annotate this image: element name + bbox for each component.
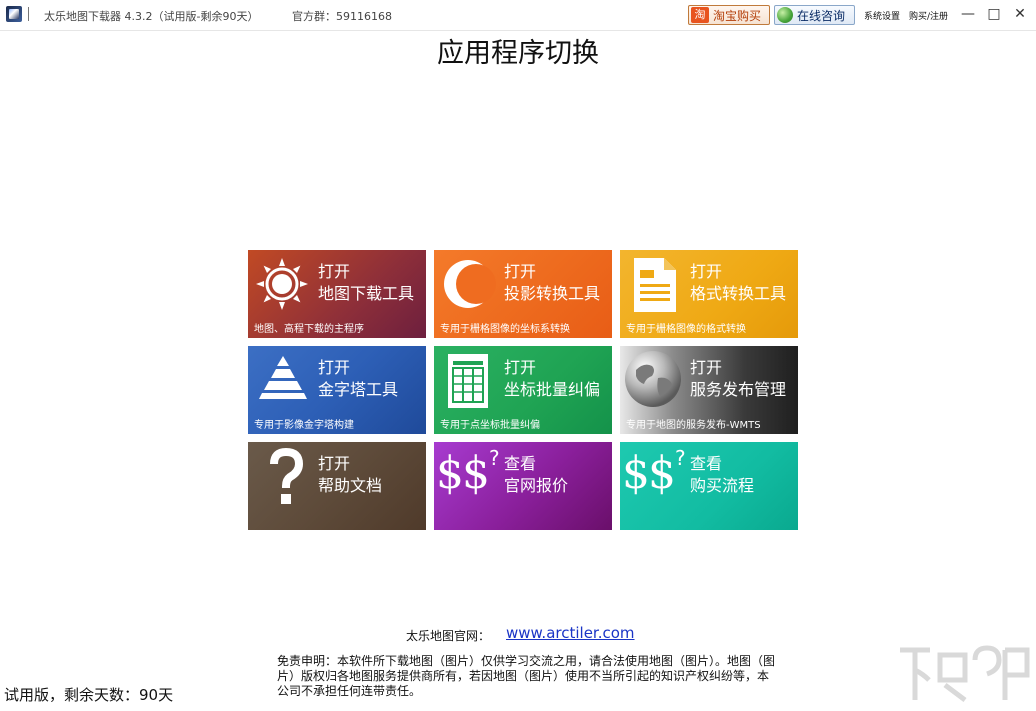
document-icon — [634, 258, 676, 312]
close-button[interactable]: ✕ — [1012, 6, 1028, 22]
tile-description: 专用于栅格图像的坐标系转换 — [440, 324, 570, 335]
tile-action-label: 打开 — [318, 262, 351, 281]
buy-register-link[interactable]: 购买/注册 — [909, 9, 948, 22]
question-icon — [270, 448, 304, 504]
tile-purchase-process[interactable]: $ $ ? 查看 购买流程 — [620, 442, 798, 530]
pyramid-icon — [259, 356, 307, 399]
tile-coordinate-batch-correct[interactable]: 打开 坐标批量纠偏 专用于点坐标批量纠偏 — [434, 346, 612, 434]
website-link[interactable]: www.arctiler.com — [506, 624, 635, 642]
watermark-logo-icon — [900, 645, 1030, 702]
tile-action-label: 打开 — [690, 358, 723, 377]
tile-name-label: 购买流程 — [690, 476, 755, 495]
taobao-icon: 淘 — [691, 7, 709, 23]
online-consult-button[interactable]: 在线咨询 — [774, 5, 855, 25]
tile-format-convert-tool[interactable]: 打开 格式转换工具 专用于栅格图像的格式转换 — [620, 250, 798, 338]
tile-action-label: 打开 — [318, 454, 351, 473]
tile-map-download-tool[interactable]: 打开 地图下载工具 地图、高程下载的主程序 — [248, 250, 426, 338]
app-title: 太乐地图下载器 4.3.2（试用版-剩余90天） — [44, 10, 259, 23]
tile-description: 地图、高程下载的主程序 — [254, 324, 364, 335]
tile-name-label: 投影转换工具 — [504, 284, 601, 303]
globe-icon — [625, 351, 681, 407]
tile-service-publish-manager[interactable]: 打开 服务发布管理 专用于地图的服务发布-WMTS — [620, 346, 798, 434]
tile-official-pricing[interactable]: $ $ ? 查看 官网报价 — [434, 442, 612, 530]
crescent-icon — [444, 260, 496, 308]
tile-action-label: 打开 — [504, 358, 537, 377]
consult-icon — [777, 7, 793, 23]
tile-name-label: 官网报价 — [504, 476, 569, 495]
trial-status: 试用版，剩余天数：90天 — [4, 686, 174, 704]
tile-name-label: 帮助文档 — [318, 476, 383, 495]
maximize-button[interactable]: □ — [986, 6, 1002, 22]
website-label: 太乐地图官网： — [406, 629, 491, 643]
tile-action-label: 查看 — [504, 454, 537, 473]
ledger-icon — [448, 354, 488, 408]
tile-description: 专用于影像金字塔构建 — [254, 420, 354, 431]
disclaimer-text: 免责申明：本软件所下载地图（图片）仅供学习交流之用，请合法使用地图（图片）。地图… — [277, 654, 776, 698]
tile-name-label: 坐标批量纠偏 — [504, 380, 601, 399]
tile-description: 专用于地图的服务发布-WMTS — [626, 420, 761, 431]
page-title: 应用程序切换 — [437, 38, 599, 69]
tile-action-label: 查看 — [690, 454, 723, 473]
title-separator — [28, 7, 29, 21]
tile-projection-convert-tool[interactable]: 打开 投影转换工具 专用于栅格图像的坐标系转换 — [434, 250, 612, 338]
tile-action-label: 打开 — [318, 358, 351, 377]
tile-name-label: 金字塔工具 — [318, 380, 399, 399]
system-settings-link[interactable]: 系统设置 — [864, 9, 900, 22]
sun-icon — [256, 258, 308, 310]
title-bar: 太乐地图下载器 4.3.2（试用版-剩余90天） 官方群：59116168 淘 … — [0, 0, 1036, 31]
tile-name-label: 服务发布管理 — [690, 380, 787, 399]
tile-action-label: 打开 — [504, 262, 537, 281]
tile-help-docs[interactable]: 打开 帮助文档 — [248, 442, 426, 530]
official-group-label: 官方群：59116168 — [292, 10, 392, 23]
minimize-button[interactable]: — — [960, 6, 976, 22]
online-consult-label: 在线咨询 — [797, 8, 846, 23]
tile-description: 专用于栅格图像的格式转换 — [626, 324, 746, 335]
taobao-buy-button[interactable]: 淘 淘宝购买 — [688, 5, 770, 25]
tile-name-label: 地图下载工具 — [318, 284, 415, 303]
tile-action-label: 打开 — [690, 262, 723, 281]
tile-description: 专用于点坐标批量纠偏 — [440, 420, 540, 431]
tile-pyramid-tool[interactable]: 打开 金字塔工具 专用于影像金字塔构建 — [248, 346, 426, 434]
app-logo-icon — [6, 6, 22, 22]
tile-name-label: 格式转换工具 — [690, 284, 787, 303]
taobao-buy-label: 淘宝购买 — [713, 8, 762, 23]
